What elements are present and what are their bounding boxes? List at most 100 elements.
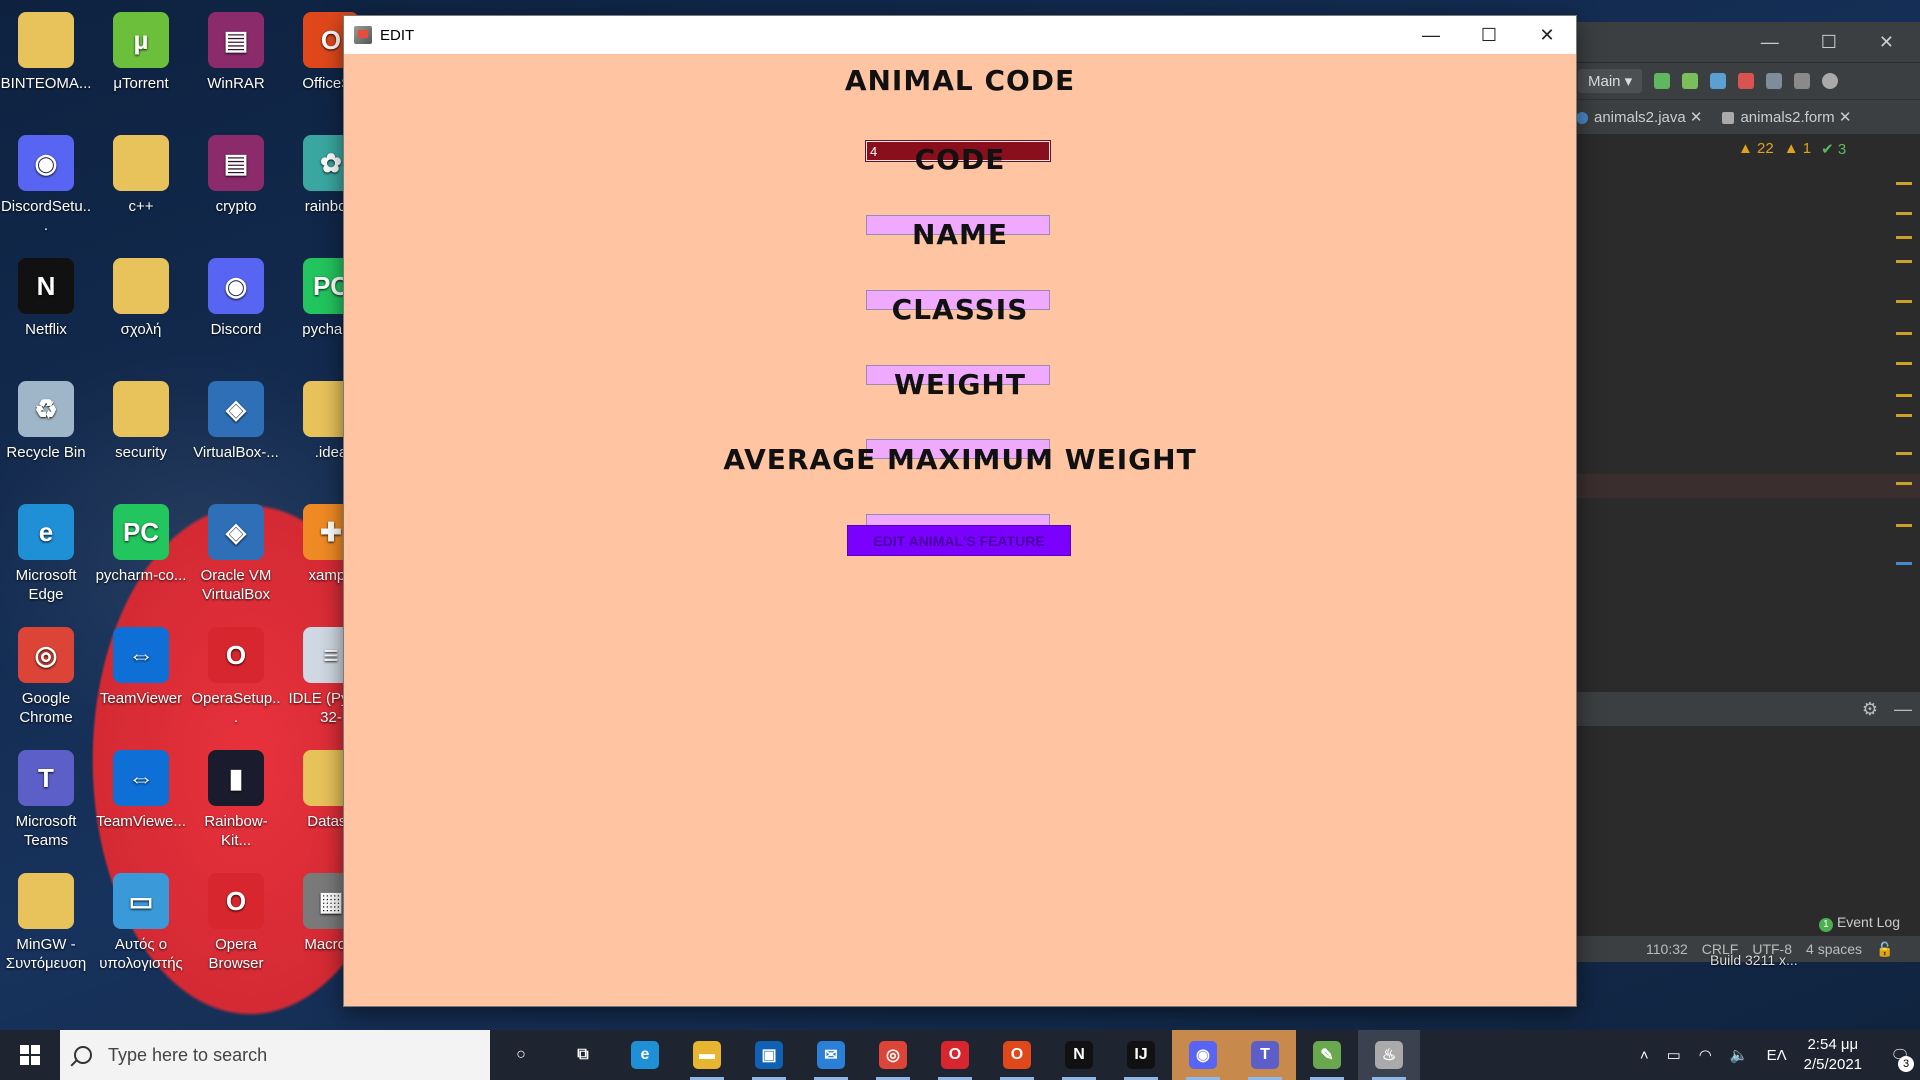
desktop-icon[interactable]: ▤ crypto xyxy=(190,127,282,245)
indent-setting[interactable]: 4 spaces xyxy=(1806,941,1862,957)
run-config-select[interactable]: Main ▾ xyxy=(1578,69,1643,93)
edit-animal-feature-button[interactable]: EDIT ANIMAL'S FEATURE xyxy=(847,525,1071,556)
taskbar-app[interactable]: ▣ xyxy=(738,1030,800,1080)
event-count-badge: 1 xyxy=(1818,918,1833,932)
action-center-button[interactable]: 🗨 3 xyxy=(1880,1030,1920,1080)
battery-icon[interactable]: ▭ xyxy=(1667,1046,1681,1064)
ide-close-icon[interactable]: ✕ xyxy=(1879,32,1894,53)
clock[interactable]: 2:54 μμ 2/5/2021 xyxy=(1804,1035,1862,1075)
desktop-icon[interactable]: ⇔ TeamViewer xyxy=(95,619,187,737)
desktop-icon[interactable]: O OperaSetup... xyxy=(190,619,282,737)
taskbar-search-box[interactable]: Type here to search xyxy=(60,1030,490,1080)
desktop-icon-label: Microsoft Edge xyxy=(15,567,77,603)
taskbar-app[interactable]: e xyxy=(614,1030,676,1080)
desktop-icon[interactable]: O Opera Browser xyxy=(190,865,282,983)
ide-window[interactable]: — ☐ ✕ Main ▾ animals2.java ✕ animals2.fo… xyxy=(1570,22,1920,962)
taskbar-app[interactable]: T xyxy=(1234,1030,1296,1080)
store-icon: ▣ xyxy=(755,1041,783,1069)
teamviewer-icon: ⇔ xyxy=(113,627,169,683)
desktop-icon[interactable]: ◉ Discord xyxy=(190,250,282,368)
taskbar-app[interactable]: ◉ xyxy=(1172,1030,1234,1080)
desktop-icon[interactable]: µ μTorrent xyxy=(95,4,187,122)
desktop-icon[interactable]: ◉ DiscordSetu... xyxy=(0,127,92,245)
taskbar-app[interactable]: ○ xyxy=(490,1030,552,1080)
average-maximum-weight-label: AVERAGE MAXIMUM WEIGHT xyxy=(723,443,1197,476)
error-stripe[interactable] xyxy=(1896,182,1912,702)
caret-position[interactable]: 110:32 xyxy=(1646,941,1688,957)
edit-window-titlebar[interactable]: EDIT — ☐ ✕ xyxy=(344,16,1576,54)
ide-minimize-icon[interactable]: — xyxy=(1761,32,1779,53)
inspection-widget[interactable]: ▲ 22 ▲ 1 ✔ 3 xyxy=(1738,140,1846,158)
desktop-icon-label: TeamViewe... xyxy=(96,813,186,830)
minimize-button[interactable]: — xyxy=(1402,16,1460,54)
taskbar-app[interactable]: ✉ xyxy=(800,1030,862,1080)
language-indicator[interactable]: ΕΛ xyxy=(1767,1047,1787,1064)
desktop-icon[interactable]: ▤ WinRAR xyxy=(190,4,282,122)
taskbar-app[interactable]: ♨ xyxy=(1358,1030,1420,1080)
settings-gear-icon[interactable]: ⚙ xyxy=(1862,699,1878,720)
clock-date: 2/5/2021 xyxy=(1803,1056,1862,1073)
pycharm-icon: PC xyxy=(113,504,169,560)
search-icon xyxy=(74,1046,92,1064)
show-hidden-icons-icon[interactable]: ˄ xyxy=(1640,1047,1649,1064)
debug-icon[interactable] xyxy=(1682,73,1699,89)
name-label: NAME xyxy=(911,218,1009,251)
ide-titlebar: — ☐ ✕ xyxy=(1570,22,1920,62)
java-app-icon: ♨ xyxy=(1375,1041,1403,1069)
desktop-icon[interactable]: ⇔ TeamViewe... xyxy=(95,742,187,860)
taskbar-app[interactable]: ✎ xyxy=(1296,1030,1358,1080)
lock-icon[interactable]: 🔓 xyxy=(1876,941,1893,958)
mail-icon: ✉ xyxy=(817,1041,845,1069)
desktop-icon[interactable]: ◈ Oracle VM VirtualBox xyxy=(190,496,282,614)
close-button[interactable]: ✕ xyxy=(1518,16,1576,54)
taskbar-app[interactable]: ⧉ xyxy=(552,1030,614,1080)
taskbar-app[interactable]: N xyxy=(1048,1030,1110,1080)
search-icon[interactable] xyxy=(1822,73,1839,89)
stop-icon[interactable] xyxy=(1738,73,1755,89)
desktop-icon[interactable]: ◎ Google Chrome xyxy=(0,619,92,737)
classis-label: CLASSIS xyxy=(891,293,1029,326)
desktop-icon[interactable]: e Microsoft Edge xyxy=(0,496,92,614)
hide-panel-icon[interactable]: — xyxy=(1894,699,1912,720)
desktop-icon[interactable]: BINTEOMA... xyxy=(0,4,92,122)
desktop-icon[interactable]: security xyxy=(95,373,187,491)
maximize-button[interactable]: ☐ xyxy=(1460,16,1518,54)
desktop-icon-label: pycharm-co... xyxy=(95,567,187,584)
event-log-button[interactable]: 1 Event Log xyxy=(1818,914,1900,932)
taskbar-app[interactable]: O xyxy=(986,1030,1048,1080)
wifi-icon[interactable]: ◠ xyxy=(1699,1046,1712,1064)
desktop-icon[interactable]: c++ xyxy=(95,127,187,245)
desktop-icon[interactable]: ▮ Rainbow-Kit... xyxy=(190,742,282,860)
file-explorer-icon: ▬ xyxy=(693,1041,721,1069)
desktop-icon-label: c++ xyxy=(128,198,154,215)
tab-animals2-form[interactable]: animals2.form ✕ xyxy=(1722,108,1851,126)
terminal-icon[interactable] xyxy=(1794,73,1811,89)
edit-window[interactable]: EDIT — ☐ ✕ ANIMAL CODE CODE NAME CLASSIS… xyxy=(344,16,1576,1006)
volume-icon[interactable]: 🔈 xyxy=(1730,1046,1749,1064)
taskbar-app[interactable]: IJ xyxy=(1110,1030,1172,1080)
desktop-icon-label: security xyxy=(115,444,167,461)
desktop-icon[interactable]: ▭ Αυτός ο υπολογιστής xyxy=(95,865,187,983)
desktop-icon[interactable]: MinGW - Συντόμευση xyxy=(0,865,92,983)
project-structure-icon[interactable] xyxy=(1766,73,1783,89)
notepad-icon: ✎ xyxy=(1313,1041,1341,1069)
taskbar-app[interactable]: ◎ xyxy=(862,1030,924,1080)
desktop-icon[interactable]: N Netflix xyxy=(0,250,92,368)
desktop-icon[interactable]: σχολή xyxy=(95,250,187,368)
java-app-icon xyxy=(354,26,372,44)
taskbar-app[interactable]: O xyxy=(924,1030,986,1080)
desktop-icon-label: Opera Browser xyxy=(208,936,264,972)
winrar-icon: ▤ xyxy=(208,135,264,191)
start-button[interactable] xyxy=(0,1030,60,1080)
desktop-icon-label: Αυτός ο υπολογιστής xyxy=(99,936,183,972)
desktop-icon[interactable]: ♻ Recycle Bin xyxy=(0,373,92,491)
desktop-icon[interactable]: PC pycharm-co... xyxy=(95,496,187,614)
tab-animals2-java[interactable]: animals2.java ✕ xyxy=(1576,108,1702,126)
ide-maximize-icon[interactable]: ☐ xyxy=(1821,32,1837,53)
desktop-icon[interactable]: T Microsoft Teams xyxy=(0,742,92,860)
desktop-icon[interactable]: ◈ VirtualBox-... xyxy=(190,373,282,491)
coverage-icon[interactable] xyxy=(1710,73,1727,89)
desktop-icon-label: Google Chrome xyxy=(19,690,73,726)
rerun-icon[interactable] xyxy=(1654,73,1671,89)
taskbar-app[interactable]: ▬ xyxy=(676,1030,738,1080)
